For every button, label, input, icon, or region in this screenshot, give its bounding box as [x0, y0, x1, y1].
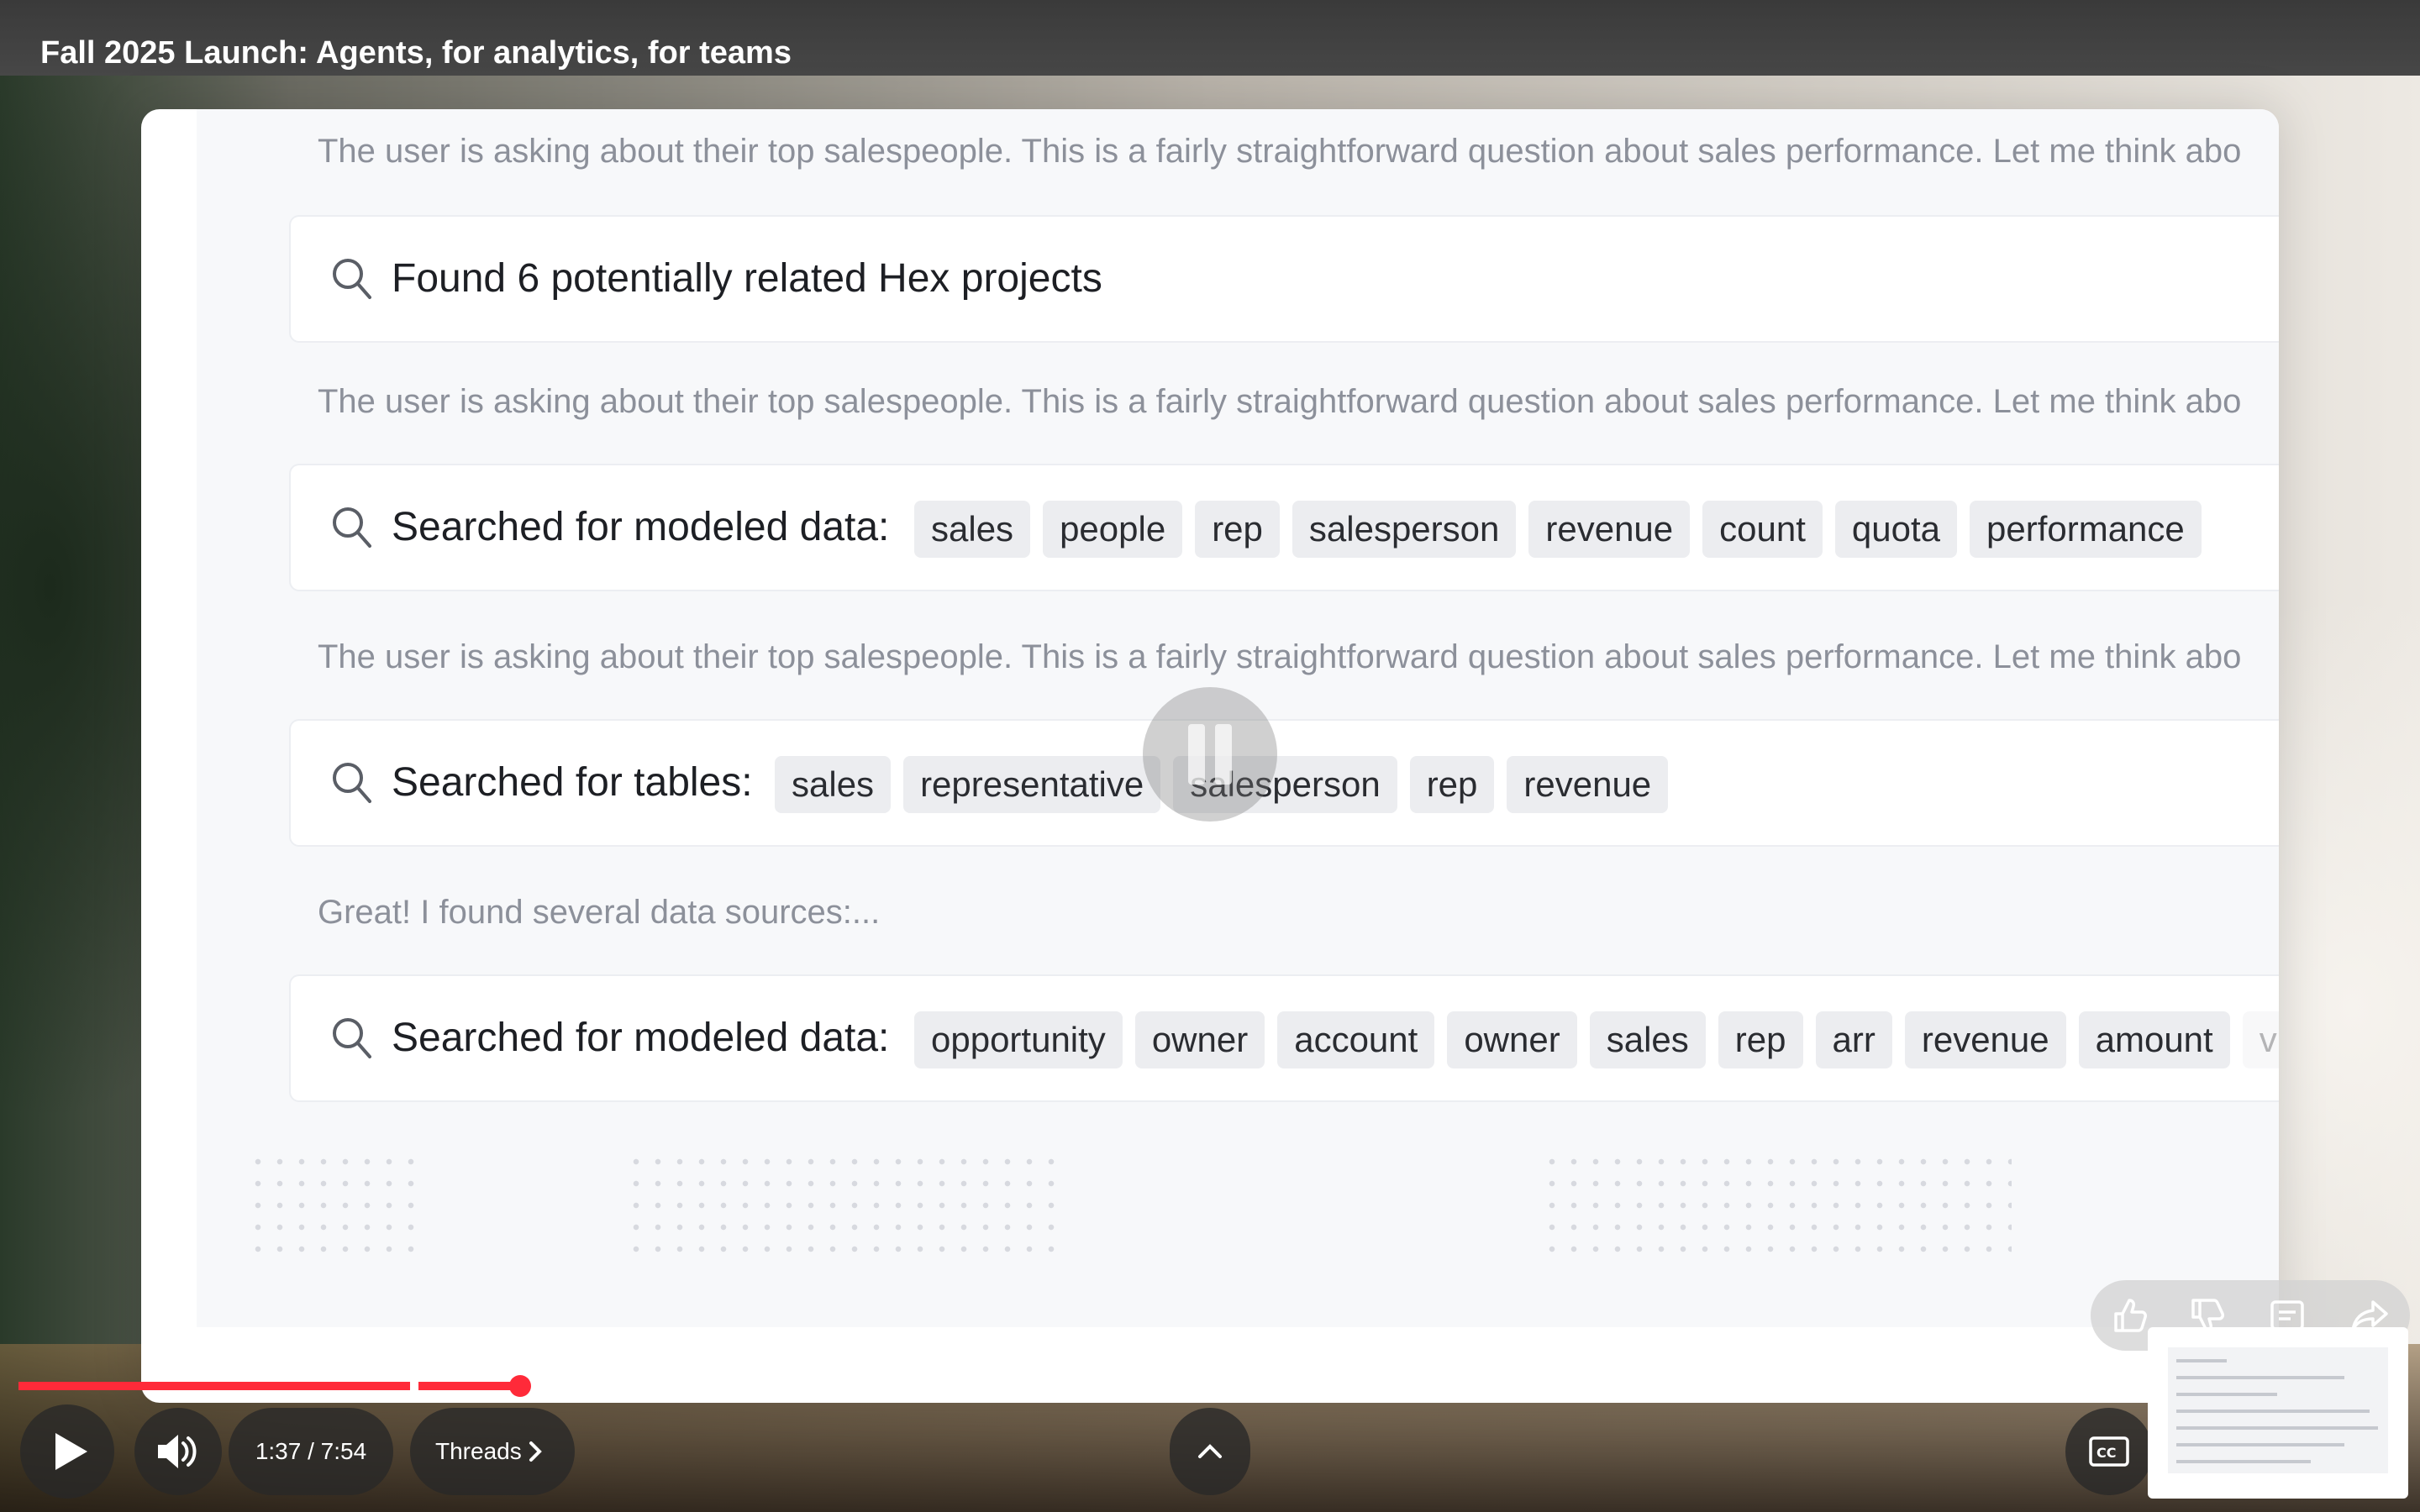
chevron-right-icon — [529, 1441, 542, 1462]
mini-player-preview — [2168, 1347, 2388, 1473]
play-icon — [55, 1433, 87, 1470]
expand-button[interactable] — [1170, 1408, 1250, 1495]
video-title-bar: Fall 2025 Launch: Agents, for analytics,… — [0, 0, 2420, 76]
search-tag: rep — [1409, 756, 1495, 813]
volume-button[interactable] — [134, 1408, 222, 1495]
captions-button[interactable]: CC — [2065, 1408, 2153, 1495]
threads-button[interactable]: Threads — [410, 1408, 575, 1495]
search-tag: account — [1277, 1011, 1435, 1068]
thinking-text: The user is asking about their top sales… — [318, 383, 2242, 420]
svg-text:CC: CC — [2096, 1445, 2116, 1461]
tool-call-modeled-data-2[interactable]: Searched for modeled data: opportunity o… — [289, 974, 2279, 1102]
search-tag: opportunity — [914, 1011, 1123, 1068]
search-tag: owner — [1134, 1011, 1265, 1068]
decorative-dots — [625, 1151, 1062, 1260]
played-segment — [418, 1382, 519, 1390]
search-tag: rep — [1195, 501, 1280, 558]
search-tag: sales — [775, 756, 892, 813]
captions-icon: CC — [2089, 1436, 2129, 1467]
tag-list: sales people rep salesperson revenue cou… — [914, 501, 2202, 558]
played-segment — [18, 1382, 410, 1390]
search-tag: owner — [1447, 1011, 1577, 1068]
search-tag: v — [2242, 1011, 2279, 1068]
thinking-text: The user is asking about their top sales… — [318, 133, 2242, 170]
thumbs-up-icon[interactable] — [2109, 1295, 2149, 1336]
tool-call-label: Searched for modeled data: — [392, 505, 890, 549]
search-icon — [333, 1018, 371, 1058]
chevron-up-icon — [1198, 1444, 1222, 1458]
thinking-text: The user is asking about their top sales… — [318, 638, 2242, 675]
search-tag: performance — [1970, 501, 2202, 558]
search-tag: people — [1043, 501, 1183, 558]
search-tag: representative — [903, 756, 1161, 813]
play-button[interactable] — [20, 1404, 114, 1499]
search-tag: count — [1702, 501, 1823, 558]
search-tag: revenue — [1507, 756, 1669, 813]
tool-call-modeled-data[interactable]: Searched for modeled data: sales people … — [289, 464, 2279, 591]
search-tag: rep — [1718, 1011, 1803, 1068]
decorative-dots — [1541, 1151, 2012, 1260]
tool-call-tables[interactable]: Searched for tables: sales representativ… — [289, 719, 2279, 847]
volume-icon — [158, 1435, 197, 1468]
time-display: 1:37 / 7:54 — [229, 1408, 393, 1495]
tool-call-projects[interactable]: Found 6 potentially related Hex projects — [289, 215, 2279, 343]
search-tag: quota — [1834, 501, 1957, 558]
search-tag: arr — [1815, 1011, 1892, 1068]
video-progress-bar[interactable] — [18, 1375, 2405, 1397]
search-icon — [333, 507, 371, 548]
pause-icon — [1143, 687, 1277, 822]
tag-list: opportunity owner account owner sales re… — [914, 1011, 2279, 1068]
search-tag: revenue — [1528, 501, 1691, 558]
search-tag: amount — [2078, 1011, 2230, 1068]
search-tag: sales — [914, 501, 1031, 558]
thinking-text: Great! I found several data sources:... — [318, 894, 881, 931]
scrubber-handle[interactable] — [509, 1375, 531, 1397]
search-tag: revenue — [1904, 1011, 2066, 1068]
chapter-segment — [1240, 1382, 1588, 1390]
video-title[interactable]: Fall 2025 Launch: Agents, for analytics,… — [40, 35, 792, 71]
tool-call-label: Searched for modeled data: — [392, 1016, 890, 1060]
tool-call-label: Searched for tables: — [392, 760, 753, 805]
chapter-segment — [1597, 1382, 1949, 1390]
search-tag: sales — [1589, 1011, 1706, 1068]
search-tag: salesperson — [1292, 501, 1517, 558]
search-icon — [333, 763, 371, 803]
tool-call-label: Found 6 potentially related Hex projects — [392, 256, 1102, 301]
mini-player-thumbnail[interactable] — [2148, 1327, 2408, 1499]
search-icon — [333, 259, 371, 299]
threads-label: Threads — [435, 1438, 522, 1464]
chapter-segment — [418, 1382, 1232, 1390]
decorative-dots — [247, 1151, 415, 1260]
